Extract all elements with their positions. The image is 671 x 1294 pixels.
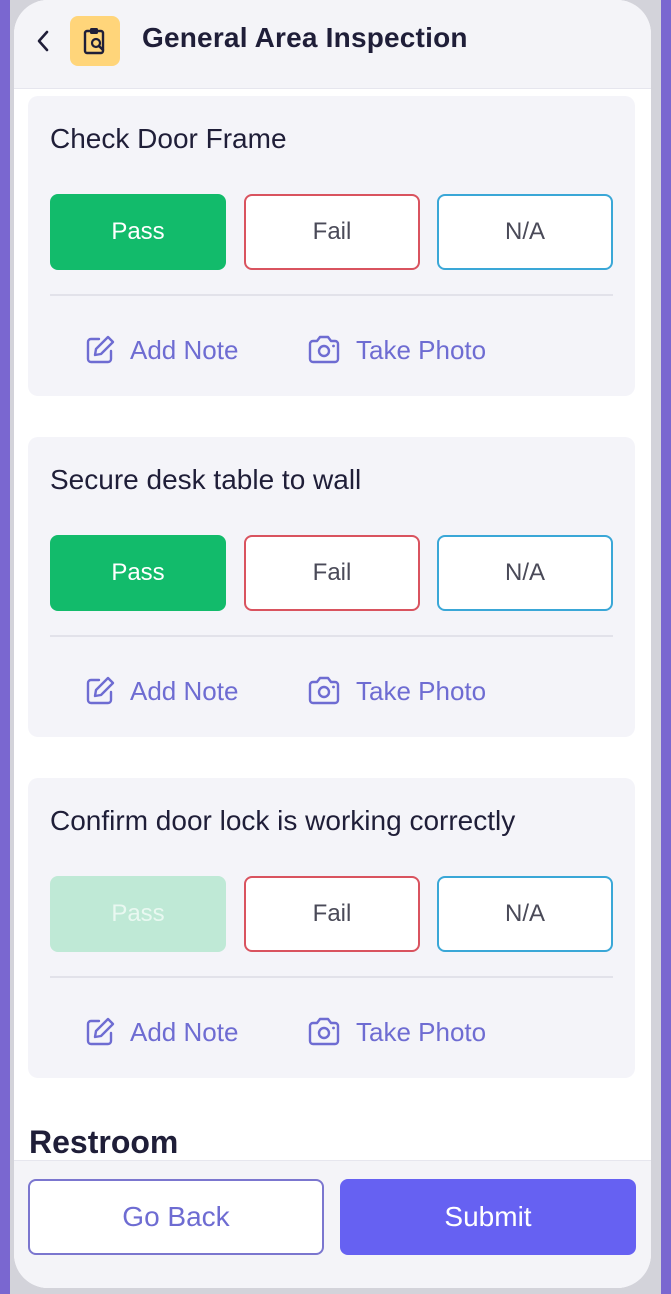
inspection-item-card: Confirm door lock is working correctly P… [28, 778, 635, 1078]
chevron-left-icon [37, 30, 49, 52]
go-back-button[interactable]: Go Back [28, 1179, 324, 1255]
take-photo-button[interactable]: Take Photo [306, 1010, 486, 1054]
device-frame-left [0, 0, 10, 1294]
app-icon [70, 16, 120, 66]
page-title: General Area Inspection [142, 22, 468, 53]
na-option-button[interactable]: N/A [437, 876, 613, 952]
camera-icon [308, 676, 340, 705]
pass-option-button[interactable]: Pass [50, 535, 226, 611]
footer-actions: Go Back Submit [14, 1160, 651, 1288]
clipboard-search-icon [83, 28, 105, 55]
pass-option-button[interactable]: Pass [50, 876, 226, 952]
submit-button[interactable]: Submit [340, 1179, 636, 1255]
add-note-button[interactable]: Add Note [84, 669, 238, 713]
back-button[interactable] [28, 24, 58, 58]
edit-note-icon [86, 1017, 115, 1046]
inspection-item-card: Secure desk table to wall Pass Fail N/A … [28, 437, 635, 737]
add-note-button[interactable]: Add Note [84, 1010, 238, 1054]
na-option-button[interactable]: N/A [437, 535, 613, 611]
edit-note-icon [86, 335, 115, 364]
edit-note-icon [86, 676, 115, 705]
card-divider [50, 635, 613, 637]
section-heading-restroom: Restroom [29, 1124, 179, 1160]
fail-option-button[interactable]: Fail [244, 535, 420, 611]
fail-option-button[interactable]: Fail [244, 194, 420, 270]
phone-screen: General Area Inspection Check Door Frame… [14, 0, 651, 1288]
take-photo-button[interactable]: Take Photo [306, 669, 486, 713]
fail-option-button[interactable]: Fail [244, 876, 420, 952]
inspection-item-title: Secure desk table to wall [50, 464, 362, 495]
camera-icon [308, 335, 340, 364]
inspection-item-card: Check Door Frame Pass Fail N/A Add Note … [28, 96, 635, 396]
card-divider [50, 294, 613, 296]
take-photo-label: Take Photo [356, 1016, 487, 1047]
inspection-item-title: Confirm door lock is working correctly [50, 805, 516, 836]
take-photo-button[interactable]: Take Photo [306, 328, 486, 372]
app-header: General Area Inspection [14, 0, 651, 89]
camera-icon [308, 1017, 340, 1046]
add-note-button[interactable]: Add Note [84, 328, 238, 372]
device-frame-right [661, 0, 671, 1294]
add-note-label: Add Note [130, 1016, 239, 1047]
pass-option-button[interactable]: Pass [50, 194, 226, 270]
take-photo-label: Take Photo [356, 675, 487, 706]
take-photo-label: Take Photo [356, 334, 487, 365]
card-divider [50, 976, 613, 978]
inspection-item-title: Check Door Frame [50, 123, 287, 154]
na-option-button[interactable]: N/A [437, 194, 613, 270]
add-note-label: Add Note [130, 334, 239, 365]
add-note-label: Add Note [130, 675, 239, 706]
